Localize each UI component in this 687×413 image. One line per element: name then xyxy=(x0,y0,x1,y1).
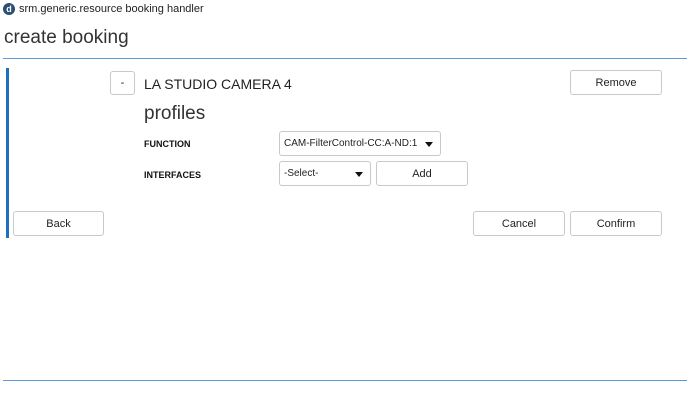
profiles-heading: profiles xyxy=(144,103,206,124)
resource-accent-bar xyxy=(6,68,9,238)
function-select-value: CAM-FilterControl-CC:A-ND:1 xyxy=(284,138,418,149)
function-select[interactable]: CAM-FilterControl-CC:A-ND:1 xyxy=(279,131,441,156)
interfaces-label: INTERFACES xyxy=(144,170,202,180)
collapse-button[interactable]: - xyxy=(110,71,135,95)
chevron-down-icon xyxy=(425,141,433,147)
title-bar: d srm.generic.resource booking handler xyxy=(0,0,687,20)
back-button[interactable]: Back xyxy=(13,211,104,236)
add-interface-button[interactable]: Add xyxy=(376,161,468,186)
footer-divider xyxy=(3,380,687,381)
chevron-down-icon xyxy=(355,171,363,177)
cancel-button[interactable]: Cancel xyxy=(473,211,565,236)
page-title: create booking xyxy=(4,27,129,48)
header-divider xyxy=(3,58,687,59)
function-label: FUNCTION xyxy=(144,139,191,149)
resource-name: LA STUDIO CAMERA 4 xyxy=(144,76,292,92)
confirm-button[interactable]: Confirm xyxy=(570,211,662,236)
app-title: srm.generic.resource booking handler xyxy=(19,3,204,15)
interfaces-select[interactable]: -Select- xyxy=(279,161,371,186)
app-logo-icon: d xyxy=(3,3,15,15)
remove-button[interactable]: Remove xyxy=(570,70,662,95)
interfaces-select-value: -Select- xyxy=(284,168,319,179)
